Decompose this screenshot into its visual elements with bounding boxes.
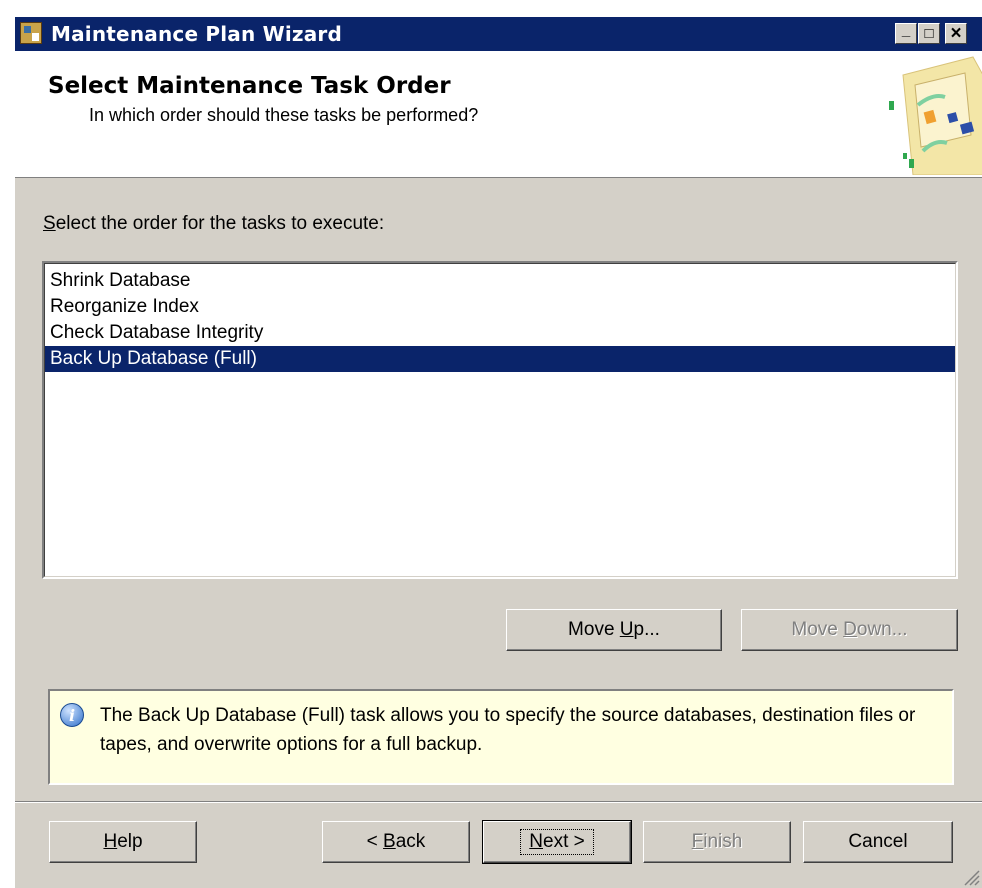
page-title: Select Maintenance Task Order: [48, 73, 451, 99]
close-icon: ×: [950, 23, 962, 44]
task-description-panel: i The Back Up Database (Full) task allow…: [48, 689, 954, 785]
title-bar[interactable]: Maintenance Plan Wizard _ □ ×: [15, 17, 982, 51]
window-title: Maintenance Plan Wizard: [51, 22, 343, 46]
wizard-banner-icon: [889, 56, 982, 175]
task-list-item[interactable]: Shrink Database: [45, 268, 955, 294]
close-button[interactable]: ×: [945, 23, 967, 44]
back-button[interactable]: < Back: [322, 821, 470, 863]
maximize-icon: □: [924, 25, 934, 42]
task-list-item[interactable]: Check Database Integrity: [45, 320, 955, 346]
task-list-item[interactable]: Reorganize Index: [45, 294, 955, 320]
resize-grip-icon[interactable]: [960, 866, 980, 886]
task-description: The Back Up Database (Full) task allows …: [100, 705, 916, 755]
footer-divider: [15, 801, 982, 803]
move-up-button[interactable]: Move Up...: [506, 609, 722, 651]
maximize-button[interactable]: □: [918, 23, 940, 44]
finish-button[interactable]: Finish: [643, 821, 791, 863]
minimize-icon: _: [901, 22, 911, 39]
task-order-prompt: Select the order for the tasks to execut…: [43, 213, 385, 234]
wizard-header: Select Maintenance Task Order In which o…: [15, 51, 982, 178]
wizard-window: Maintenance Plan Wizard _ □ × Select Mai…: [14, 16, 982, 888]
page-subtitle: In which order should these tasks be per…: [89, 105, 479, 125]
app-icon: [20, 22, 42, 44]
move-down-button[interactable]: Move Down...: [741, 609, 958, 651]
next-button[interactable]: Next >: [482, 820, 632, 864]
info-icon: i: [60, 703, 84, 727]
help-button[interactable]: Help: [49, 821, 197, 863]
task-order-list[interactable]: Shrink Database Reorganize Index Check Dat…: [42, 261, 958, 579]
minimize-button[interactable]: _: [895, 23, 917, 44]
cancel-button[interactable]: Cancel: [803, 821, 953, 863]
task-list-item[interactable]: Back Up Database (Full): [45, 346, 955, 372]
